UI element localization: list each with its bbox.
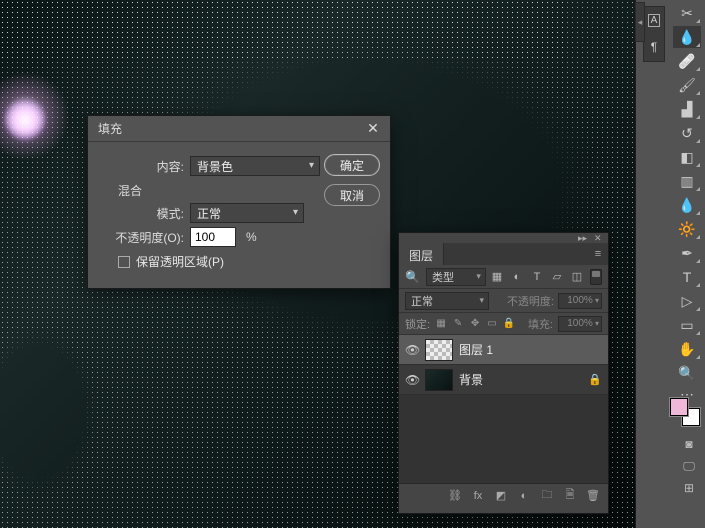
blend-group-label: 混合: [118, 182, 324, 199]
mode-select[interactable]: 正常: [190, 203, 304, 223]
layer-fill-input[interactable]: 100%: [558, 316, 602, 332]
color-swatches: [670, 398, 700, 426]
clone-stamp-tool-icon[interactable]: ▟: [673, 98, 701, 120]
pen-tool-icon[interactable]: ✒: [673, 242, 701, 264]
lock-label: 锁定:: [405, 316, 430, 332]
tab-layers[interactable]: 图层: [399, 243, 444, 265]
panel-menu-icon[interactable]: ≡: [588, 243, 608, 265]
selection-marquee: [0, 0, 565, 60]
path-select-tool-icon[interactable]: ▷: [673, 290, 701, 312]
dock-collapse-icon[interactable]: ◂: [635, 2, 645, 42]
opacity-label: 不透明度(O):: [98, 229, 190, 246]
layer-name[interactable]: 图层 1: [459, 341, 493, 358]
layer-row[interactable]: 👁 图层 1: [399, 335, 608, 365]
layers-empty-area[interactable]: [399, 395, 608, 483]
adjustment-layer-icon[interactable]: ◐: [517, 489, 531, 503]
foreground-color-swatch[interactable]: [670, 398, 688, 416]
fill-dialog: 填充 ✕ 内容: 背景色 混合 模式: 正常 不透明度(O): 100: [87, 115, 391, 289]
shape-tool-icon[interactable]: ▭: [673, 314, 701, 336]
filter-shape-icon[interactable]: ▱: [550, 270, 564, 284]
filter-toggle[interactable]: [590, 269, 602, 285]
delete-layer-icon[interactable]: 🗑: [586, 489, 600, 503]
extra-icon[interactable]: ⊞: [679, 480, 699, 496]
quick-mask-icon[interactable]: ◙: [679, 436, 699, 452]
dodge-tool-icon[interactable]: 🔆: [673, 218, 701, 240]
ok-button[interactable]: 确定: [324, 154, 380, 176]
screen-mode-icon[interactable]: 🖵: [679, 458, 699, 474]
fill-label: 填充:: [528, 316, 553, 332]
opacity-label: 不透明度:: [507, 293, 554, 309]
healing-brush-tool-icon[interactable]: 🩹: [673, 50, 701, 72]
visibility-icon[interactable]: 👁: [405, 343, 419, 357]
dialog-titlebar[interactable]: 填充 ✕: [88, 116, 390, 142]
eyedropper-tool-icon[interactable]: 💧: [673, 26, 701, 48]
filter-adjust-icon[interactable]: ◐: [510, 270, 524, 284]
group-icon[interactable]: 🗀: [540, 489, 554, 503]
lock-icon: 🔒: [588, 373, 602, 386]
lock-transparent-icon[interactable]: ▦: [435, 318, 447, 330]
preserve-transparency-checkbox[interactable]: [118, 256, 130, 268]
lock-image-icon[interactable]: ✎: [452, 318, 464, 330]
right-toolbar: A ¶ ✂ 💧 🩹 🖌 ▟ ↺ ◧ ▥ 💧 🔆 ✒ T ▷ ▭ ✋ 🔍 ⋯ ◂ …: [635, 0, 705, 528]
lock-position-icon[interactable]: ✥: [469, 318, 481, 330]
mode-label: 模式:: [98, 205, 190, 222]
filter-smart-icon[interactable]: ◫: [570, 270, 584, 284]
dialog-title: 填充: [98, 120, 362, 137]
opacity-unit: %: [246, 230, 257, 244]
layer-opacity-input[interactable]: 100%: [558, 293, 602, 309]
lock-all-icon[interactable]: 🔒: [503, 318, 515, 330]
mode-value: 正常: [197, 205, 221, 222]
canvas-light-glow: [5, 100, 45, 140]
filter-type-icon[interactable]: T: [530, 270, 544, 284]
gradient-tool-icon[interactable]: ▥: [673, 170, 701, 192]
panel-collapse-icon[interactable]: ▸▸: [578, 234, 588, 242]
layer-mask-icon[interactable]: ◩: [494, 489, 508, 503]
paragraph-icon: ¶: [651, 40, 657, 54]
layer-thumbnail[interactable]: [425, 339, 453, 361]
blur-tool-icon[interactable]: 💧: [673, 194, 701, 216]
hand-tool-icon[interactable]: ✋: [673, 338, 701, 360]
lock-artboard-icon[interactable]: ▭: [486, 318, 498, 330]
layers-panel: ▸▸ ✕ 图层 ≡ 🔍 类型 ▦ ◐ T ▱ ◫ 正常 不透明度: 100% 锁…: [398, 232, 609, 514]
history-brush-tool-icon[interactable]: ↺: [673, 122, 701, 144]
crop-tool-icon[interactable]: ✂: [673, 2, 701, 24]
eraser-tool-icon[interactable]: ◧: [673, 146, 701, 168]
zoom-tool-icon[interactable]: 🔍: [673, 362, 701, 384]
opacity-input[interactable]: 100: [190, 227, 236, 247]
layers-list: 👁 图层 1 👁 背景 🔒: [399, 335, 608, 395]
content-label: 内容:: [98, 158, 190, 175]
content-select[interactable]: 背景色: [190, 156, 320, 176]
preserve-transparency-label: 保留透明区域(P): [136, 253, 224, 270]
panel-close-icon[interactable]: ✕: [594, 234, 604, 242]
close-icon[interactable]: ✕: [362, 120, 384, 138]
layer-thumbnail[interactable]: [425, 369, 453, 391]
blend-mode-select[interactable]: 正常: [405, 292, 489, 310]
new-layer-icon[interactable]: 🗎: [563, 489, 577, 503]
brush-tool-icon[interactable]: 🖌: [673, 74, 701, 96]
filter-kind-select[interactable]: 类型: [426, 268, 486, 286]
cancel-button[interactable]: 取消: [324, 184, 380, 206]
search-icon: 🔍: [405, 270, 420, 284]
filter-pixel-icon[interactable]: ▦: [490, 270, 504, 284]
layer-row[interactable]: 👁 背景 🔒: [399, 365, 608, 395]
content-value: 背景色: [197, 158, 233, 175]
layer-fx-icon[interactable]: fx: [471, 489, 485, 503]
visibility-icon[interactable]: 👁: [405, 373, 419, 387]
link-layers-icon[interactable]: ⛓: [448, 489, 462, 503]
layer-name[interactable]: 背景: [459, 371, 483, 388]
type-tool-icon[interactable]: T: [673, 266, 701, 288]
